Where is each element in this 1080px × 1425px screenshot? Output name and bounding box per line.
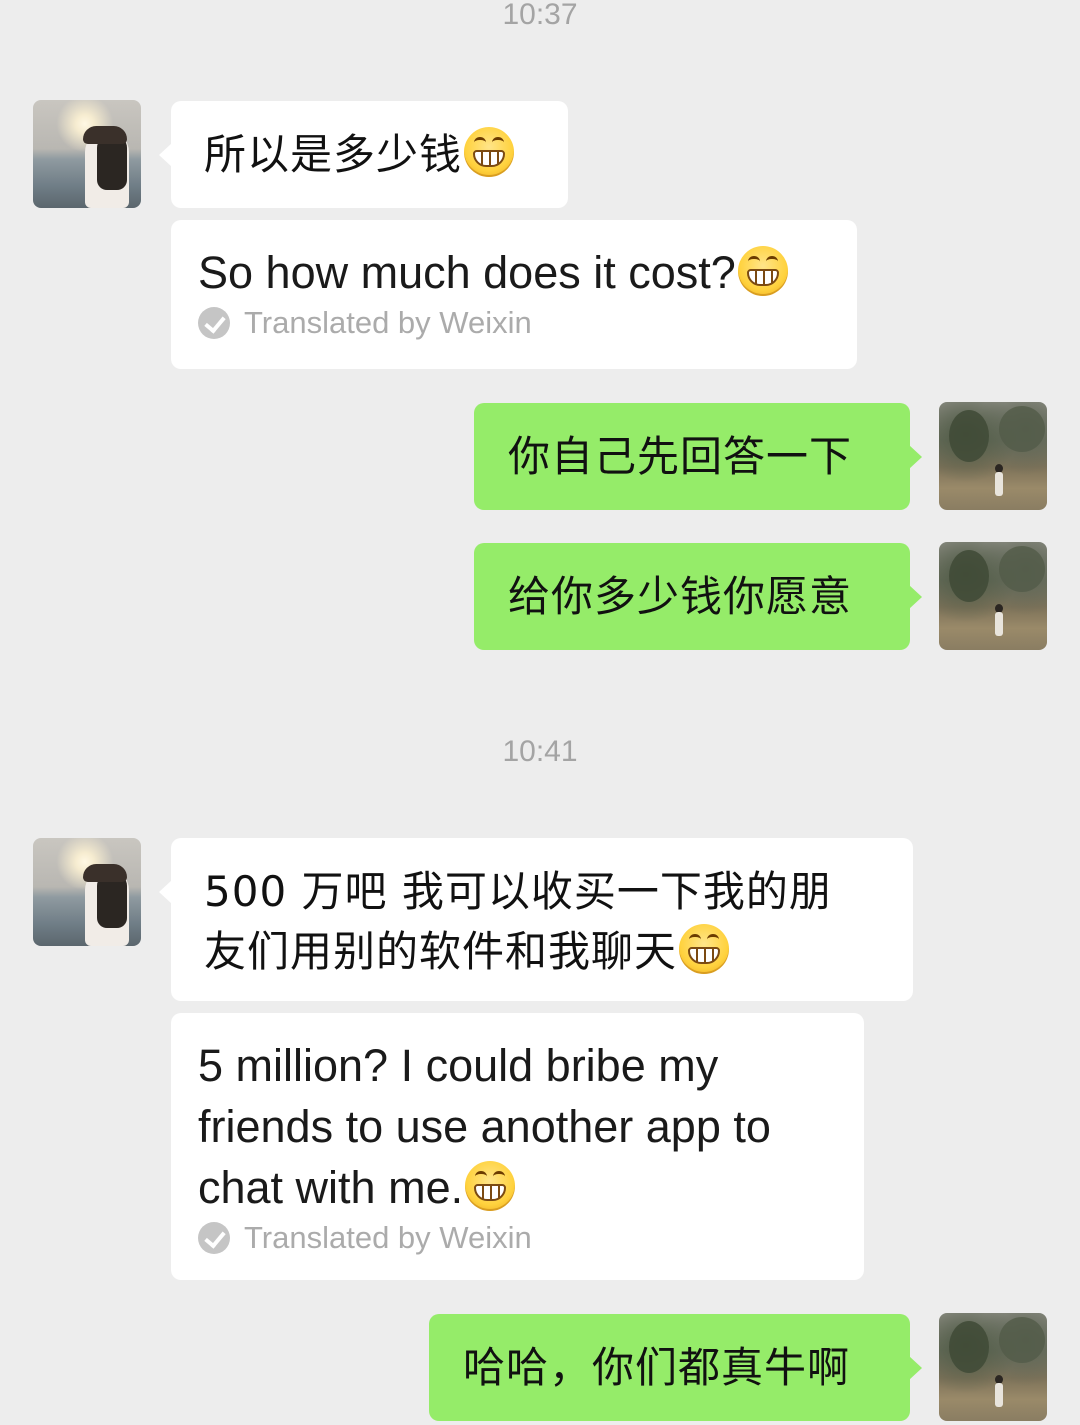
translated-by-label: Translated by Weixin <box>244 1220 532 1255</box>
contact-avatar[interactable] <box>33 838 141 946</box>
my-avatar[interactable] <box>939 542 1047 650</box>
message-text: 哈哈，你们都真牛啊 <box>463 1343 851 1392</box>
translation-bubble[interactable]: 5 million? I could bribe my friends to u… <box>171 1013 864 1280</box>
message-bubble-sent[interactable]: 给你多少钱你愿意 <box>474 543 922 650</box>
grinning-face-emoji <box>465 1161 516 1211</box>
message-text: 给你多少钱你愿意 <box>508 572 853 621</box>
translation-attribution: Translated by Weixin <box>198 305 857 341</box>
translation-text: So how much does it cost? <box>198 247 736 298</box>
message-text-line: 500 万吧 我可以收买一下我的朋 <box>204 867 832 916</box>
message-bubble-received[interactable]: 500 万吧 我可以收买一下我的朋 友们用别的软件和我聊天 <box>159 838 913 1001</box>
grinning-face-emoji <box>464 127 515 177</box>
message-text: 所以是多少钱 <box>204 130 463 179</box>
translation-text-line: chat with me. <box>198 1162 464 1213</box>
translation-attribution: Translated by Weixin <box>198 1220 864 1256</box>
contact-avatar[interactable] <box>33 100 141 208</box>
check-circle-icon <box>198 307 230 339</box>
translation-text-line: 5 million? I could bribe my <box>198 1040 719 1091</box>
my-avatar[interactable] <box>939 1313 1047 1421</box>
grinning-face-emoji <box>737 246 788 296</box>
timestamp: 10:41 <box>502 735 578 768</box>
translation-text-line: friends to use another app to <box>198 1101 771 1152</box>
message-bubble-received[interactable]: 所以是多少钱 <box>159 101 568 208</box>
message-bubble-sent[interactable]: 哈哈，你们都真牛啊 <box>429 1314 922 1421</box>
message-text-line: 友们用别的软件和我聊天 <box>204 927 678 976</box>
message-bubble-sent[interactable]: 你自己先回答一下 <box>474 403 922 510</box>
grinning-face-emoji <box>679 924 730 974</box>
my-avatar[interactable] <box>939 402 1047 510</box>
check-circle-icon <box>198 1222 230 1254</box>
message-text: 你自己先回答一下 <box>508 432 853 481</box>
translated-by-label: Translated by Weixin <box>244 305 532 340</box>
translation-bubble[interactable]: So how much does it cost? Translated by … <box>171 220 857 369</box>
timestamp: 10:37 <box>502 0 578 31</box>
